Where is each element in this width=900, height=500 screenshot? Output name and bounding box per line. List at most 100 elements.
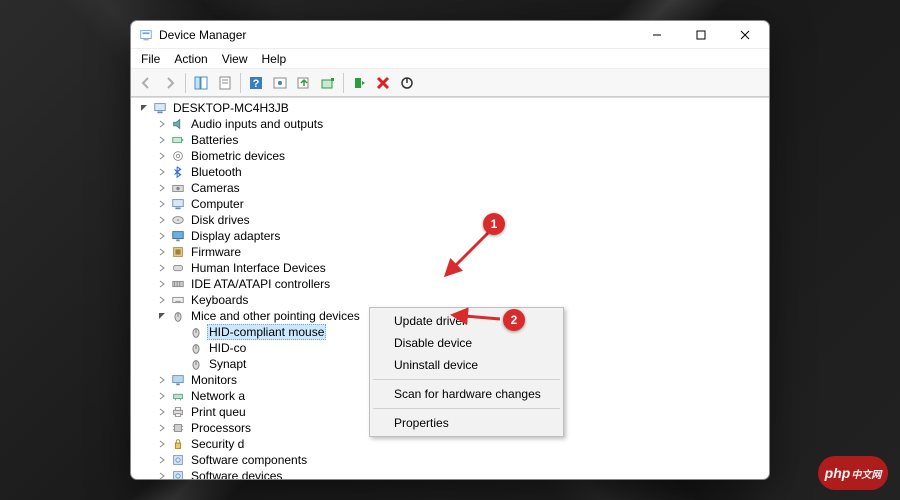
audio-icon xyxy=(170,116,186,132)
chevron-right-icon[interactable] xyxy=(155,277,169,291)
chevron-right-icon[interactable] xyxy=(155,133,169,147)
chevron-right-icon[interactable] xyxy=(155,117,169,131)
tree-category[interactable]: IDE ATA/ATAPI controllers xyxy=(133,276,769,292)
tree-category[interactable]: Disk drives xyxy=(133,212,769,228)
update-driver-button[interactable] xyxy=(293,72,315,94)
tree-category-label: Human Interface Devices xyxy=(189,261,328,275)
mouse-icon xyxy=(170,308,186,324)
ide-icon xyxy=(170,276,186,292)
watermark: php中文网 xyxy=(818,456,888,490)
chevron-down-icon[interactable] xyxy=(137,101,151,115)
disk-icon xyxy=(170,212,186,228)
camera-icon xyxy=(170,180,186,196)
chevron-right-icon[interactable] xyxy=(155,181,169,195)
titlebar: Device Manager xyxy=(131,21,769,49)
tree-category[interactable]: Bluetooth xyxy=(133,164,769,180)
tree-category-label: Audio inputs and outputs xyxy=(189,117,325,131)
close-button[interactable] xyxy=(723,21,767,49)
context-menu-item[interactable]: Properties xyxy=(372,412,561,434)
forward-button[interactable] xyxy=(159,72,181,94)
security-icon xyxy=(170,436,186,452)
chevron-right-icon[interactable] xyxy=(155,389,169,403)
printer-icon xyxy=(170,404,186,420)
tree-category-label: Cameras xyxy=(189,181,242,195)
tree-category[interactable]: Software components xyxy=(133,452,769,468)
menu-view[interactable]: View xyxy=(216,51,254,67)
chevron-right-icon[interactable] xyxy=(155,213,169,227)
keyboard-icon xyxy=(170,292,186,308)
tree-category-label: Display adapters xyxy=(189,229,282,243)
annotation-badge-1: 1 xyxy=(483,213,505,235)
tree-category-label: Print queu xyxy=(189,405,248,419)
help-button[interactable]: ? xyxy=(245,72,267,94)
tree-category-label: Monitors xyxy=(189,373,239,387)
tree-category[interactable]: Cameras xyxy=(133,180,769,196)
action-button[interactable] xyxy=(269,72,291,94)
chevron-right-icon[interactable] xyxy=(155,453,169,467)
tree-category-label: Bluetooth xyxy=(189,165,244,179)
menu-separator xyxy=(373,408,560,409)
hid-icon xyxy=(170,260,186,276)
tree-root[interactable]: DESKTOP-MC4H3JB xyxy=(133,100,769,116)
tree-category[interactable]: Firmware xyxy=(133,244,769,260)
chevron-right-icon[interactable] xyxy=(155,373,169,387)
chevron-right-icon[interactable] xyxy=(155,149,169,163)
tree-category[interactable]: Computer xyxy=(133,196,769,212)
mouse-icon xyxy=(188,356,204,372)
annotation-badge-2: 2 xyxy=(503,309,525,331)
scan-hardware-button[interactable] xyxy=(317,72,339,94)
uninstall-device-button[interactable] xyxy=(372,72,394,94)
monitor-icon xyxy=(170,372,186,388)
tree-category[interactable]: Human Interface Devices xyxy=(133,260,769,276)
chevron-right-icon[interactable] xyxy=(155,229,169,243)
maximize-button[interactable] xyxy=(679,21,723,49)
toolbar-separator xyxy=(240,73,241,93)
tree-category-label: Software devices xyxy=(189,469,284,479)
display-icon xyxy=(170,228,186,244)
firmware-icon xyxy=(170,244,186,260)
chevron-right-icon[interactable] xyxy=(155,437,169,451)
tree-category[interactable]: Batteries xyxy=(133,132,769,148)
minimize-button[interactable] xyxy=(635,21,679,49)
enable-device-button[interactable] xyxy=(348,72,370,94)
tree-category[interactable]: Biometric devices xyxy=(133,148,769,164)
context-menu: Update driverDisable deviceUninstall dev… xyxy=(369,307,564,437)
watermark-text: php xyxy=(825,465,851,481)
tree-device-label: Synapt xyxy=(207,357,248,371)
chevron-right-icon[interactable] xyxy=(155,469,169,479)
tree-category-label: IDE ATA/ATAPI controllers xyxy=(189,277,332,291)
chevron-right-icon[interactable] xyxy=(155,245,169,259)
context-menu-item[interactable]: Scan for hardware changes xyxy=(372,383,561,405)
tree-category[interactable]: Software devices xyxy=(133,468,769,479)
disable-device-button[interactable] xyxy=(396,72,418,94)
mouse-icon xyxy=(188,324,204,340)
tree-category[interactable]: Audio inputs and outputs xyxy=(133,116,769,132)
chevron-right-icon[interactable] xyxy=(155,293,169,307)
context-menu-item[interactable]: Disable device xyxy=(372,332,561,354)
back-button[interactable] xyxy=(135,72,157,94)
context-menu-item[interactable]: Update driver xyxy=(372,310,561,332)
chevron-right-icon[interactable] xyxy=(155,197,169,211)
network-icon xyxy=(170,388,186,404)
menu-help[interactable]: Help xyxy=(256,51,293,67)
chevron-right-icon[interactable] xyxy=(155,421,169,435)
chevron-down-icon[interactable] xyxy=(155,309,169,323)
software-icon xyxy=(170,468,186,479)
menu-file[interactable]: File xyxy=(135,51,166,67)
context-menu-item[interactable]: Uninstall device xyxy=(372,354,561,376)
properties-button[interactable] xyxy=(214,72,236,94)
menu-action[interactable]: Action xyxy=(168,51,213,67)
tree-category[interactable]: Security d xyxy=(133,436,769,452)
tree-category-label: Network a xyxy=(189,389,247,403)
toolbar-separator xyxy=(343,73,344,93)
show-hide-tree-button[interactable] xyxy=(190,72,212,94)
window-title: Device Manager xyxy=(159,28,246,42)
device-manager-window: Device Manager File Action View Help ? D… xyxy=(130,20,770,480)
chevron-right-icon[interactable] xyxy=(155,405,169,419)
chevron-right-icon[interactable] xyxy=(155,165,169,179)
tree-root-label: DESKTOP-MC4H3JB xyxy=(171,101,291,115)
chevron-right-icon[interactable] xyxy=(155,261,169,275)
tree-category[interactable]: Keyboards xyxy=(133,292,769,308)
tree-category-label: Computer xyxy=(189,197,246,211)
tree-category[interactable]: Display adapters xyxy=(133,228,769,244)
